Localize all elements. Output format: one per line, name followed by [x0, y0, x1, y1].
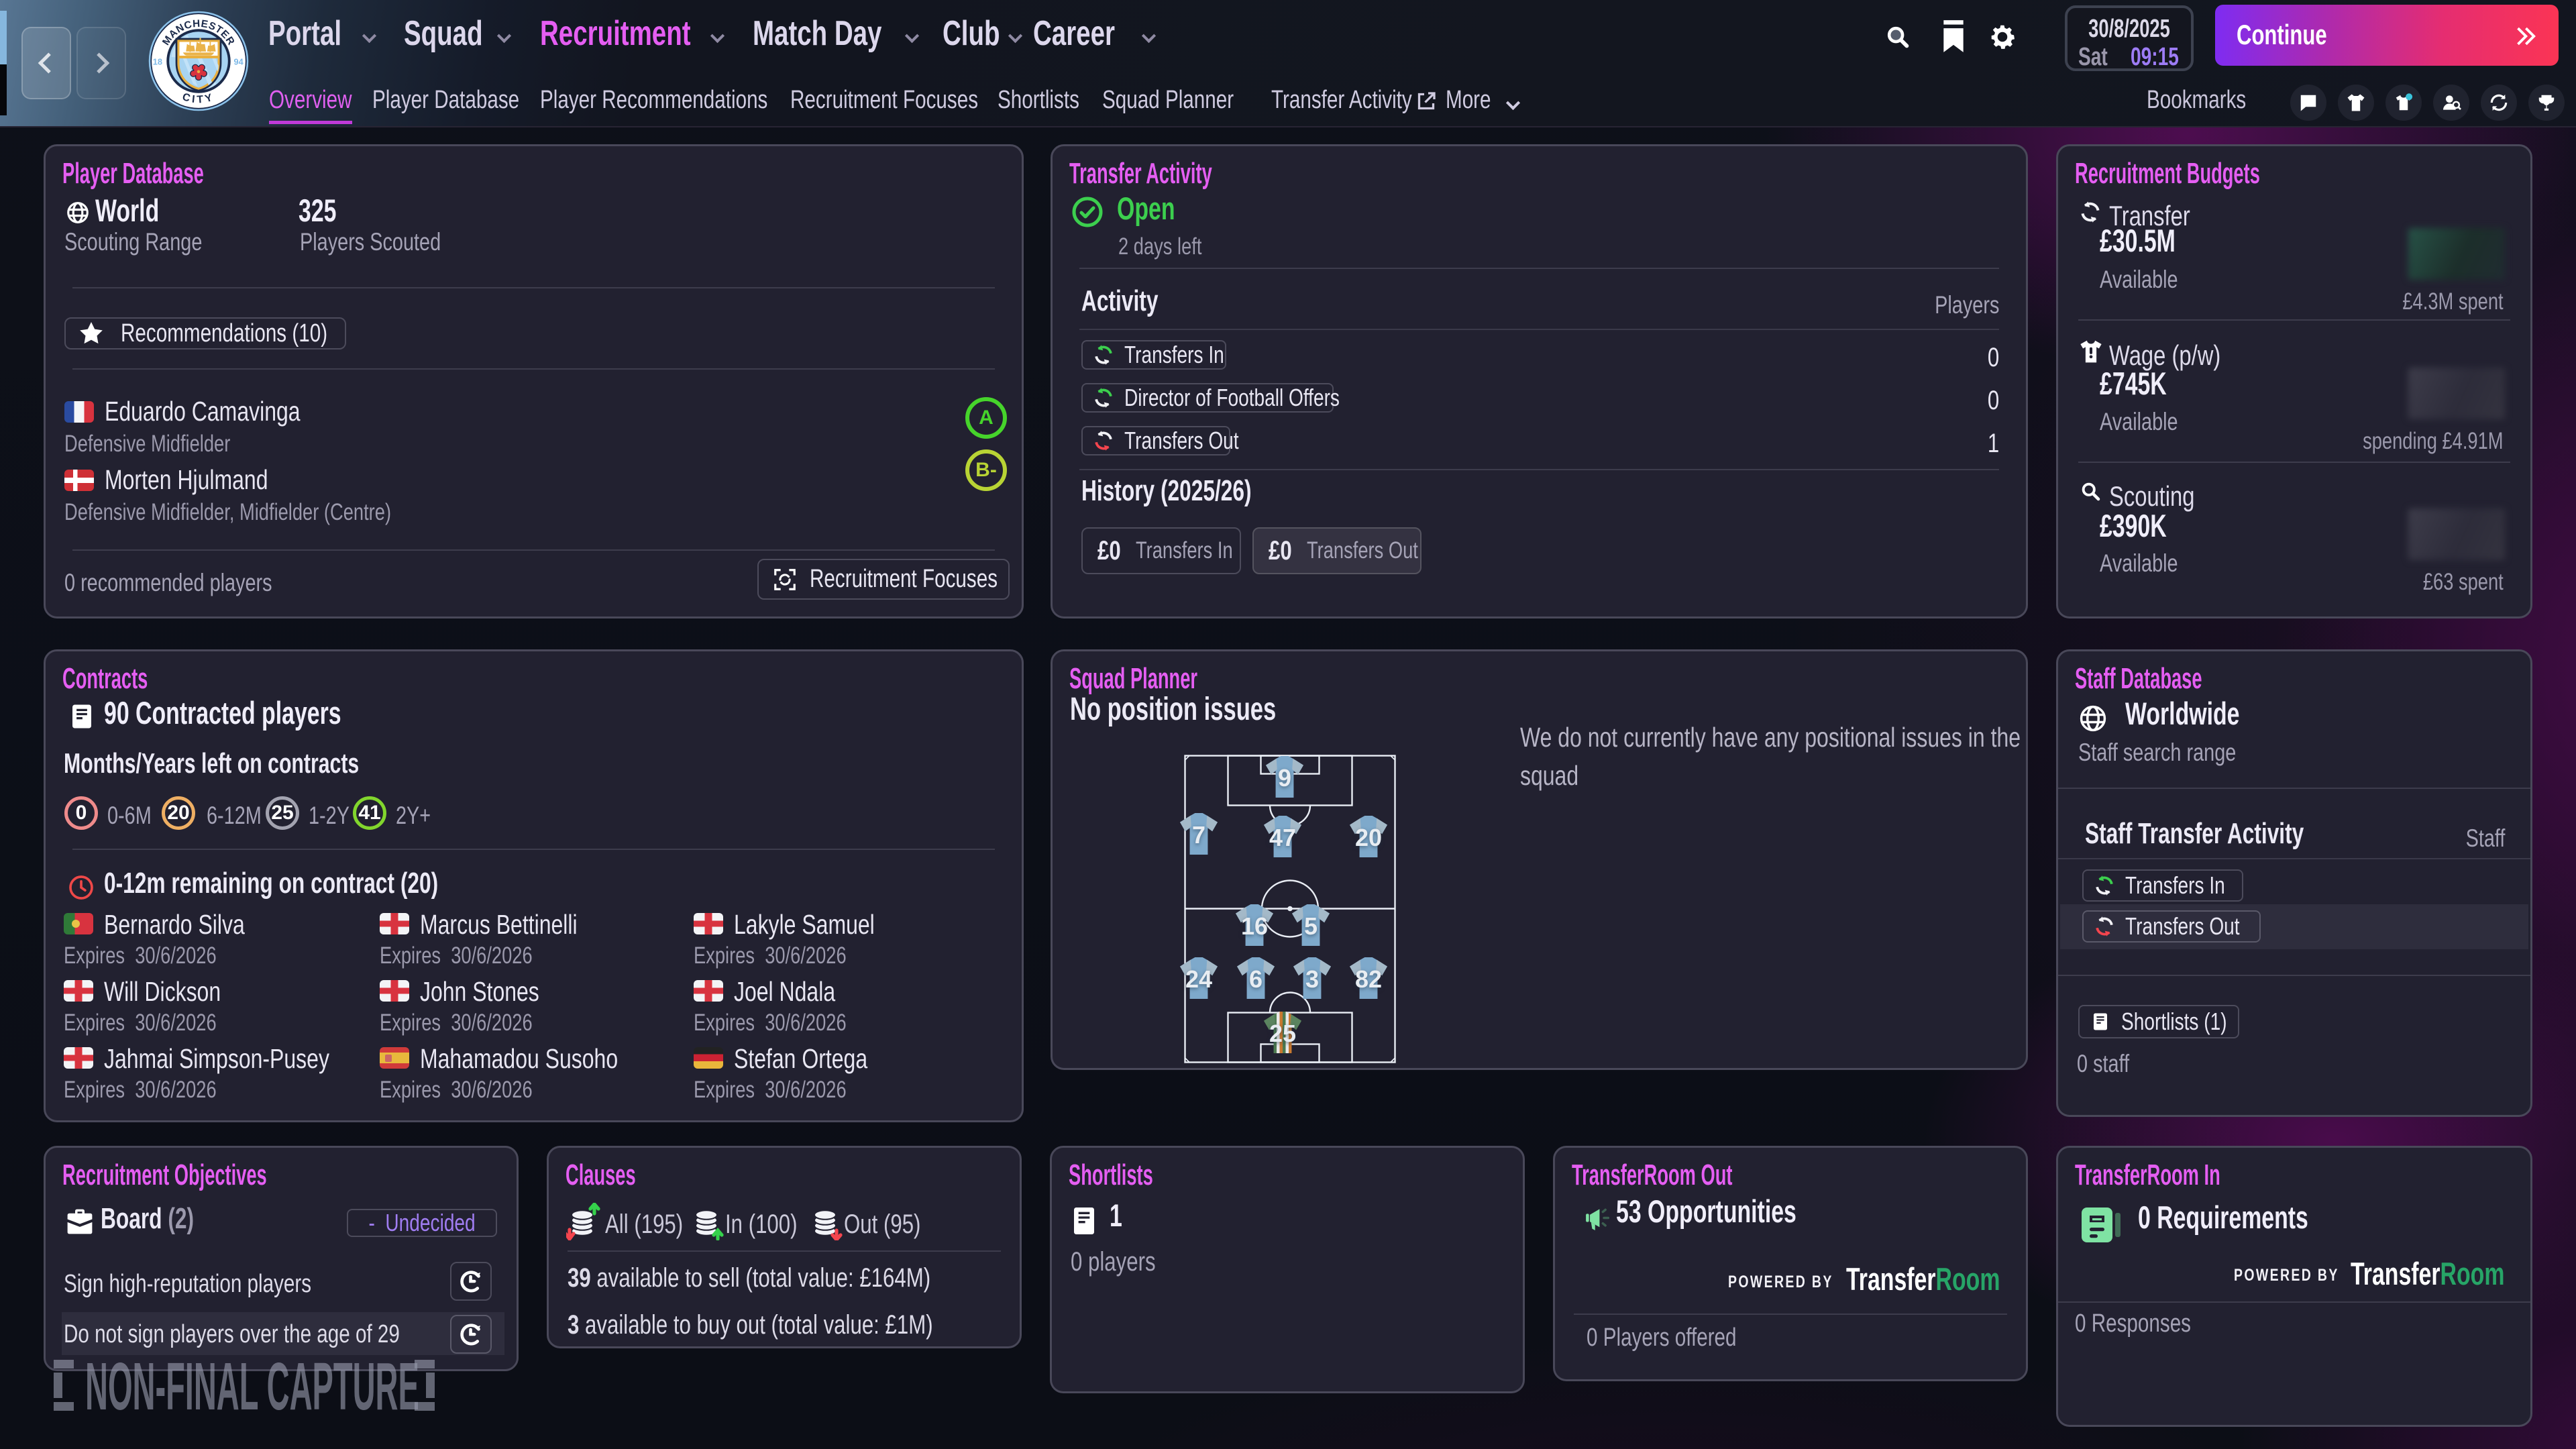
- svg-text:94: 94: [234, 56, 244, 66]
- svg-text:18: 18: [153, 56, 162, 66]
